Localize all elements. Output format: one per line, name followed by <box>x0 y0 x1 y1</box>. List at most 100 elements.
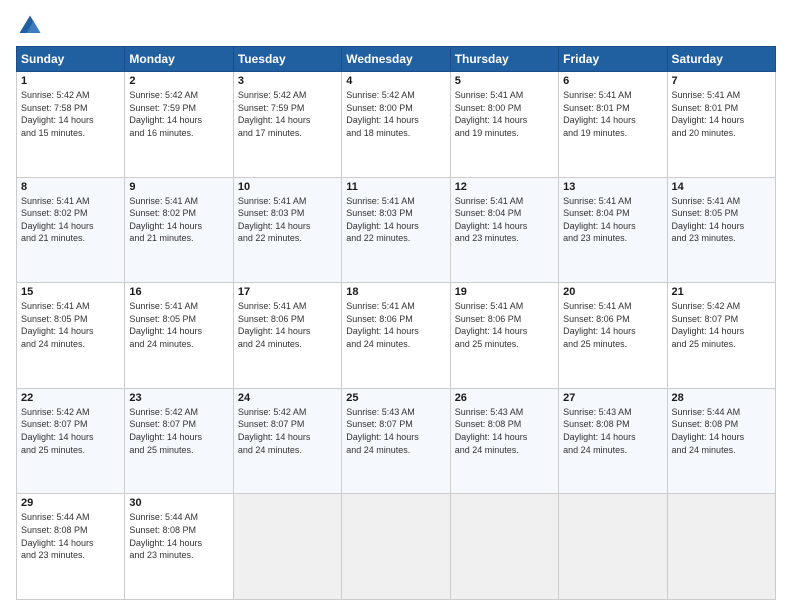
calendar-cell <box>233 494 341 600</box>
cell-line: Sunrise: 5:41 AM <box>563 300 662 313</box>
cell-line: and 23 minutes. <box>672 232 771 245</box>
cell-line: and 19 minutes. <box>563 127 662 140</box>
cell-line: Sunset: 8:07 PM <box>672 313 771 326</box>
cell-line: Daylight: 14 hours <box>238 325 337 338</box>
cell-line: Sunset: 7:59 PM <box>129 102 228 115</box>
cell-line: Sunrise: 5:41 AM <box>238 195 337 208</box>
day-number: 25 <box>346 392 445 404</box>
cell-line: Daylight: 14 hours <box>672 325 771 338</box>
cell-line: Daylight: 14 hours <box>346 325 445 338</box>
day-number: 6 <box>563 75 662 87</box>
cell-line: Sunrise: 5:43 AM <box>455 406 554 419</box>
cell-line: Sunrise: 5:42 AM <box>672 300 771 313</box>
cell-line: Sunset: 8:01 PM <box>672 102 771 115</box>
calendar-cell: 16Sunrise: 5:41 AMSunset: 8:05 PMDayligh… <box>125 283 233 389</box>
cell-line: Sunset: 8:03 PM <box>238 207 337 220</box>
cell-line: Daylight: 14 hours <box>563 220 662 233</box>
cell-line: Sunrise: 5:41 AM <box>21 195 120 208</box>
cell-line: and 22 minutes. <box>238 232 337 245</box>
day-number: 22 <box>21 392 120 404</box>
cell-line: Daylight: 14 hours <box>346 114 445 127</box>
cell-line: and 17 minutes. <box>238 127 337 140</box>
cell-line: and 22 minutes. <box>346 232 445 245</box>
cell-line: Sunset: 8:08 PM <box>672 418 771 431</box>
cell-line: Daylight: 14 hours <box>21 431 120 444</box>
calendar-cell: 3Sunrise: 5:42 AMSunset: 7:59 PMDaylight… <box>233 72 341 178</box>
cell-line: Daylight: 14 hours <box>563 114 662 127</box>
cell-line: Daylight: 14 hours <box>238 220 337 233</box>
day-number: 30 <box>129 497 228 509</box>
cell-line: Sunrise: 5:41 AM <box>455 195 554 208</box>
cell-line: Sunrise: 5:42 AM <box>129 89 228 102</box>
cell-line: Sunrise: 5:41 AM <box>563 89 662 102</box>
cell-line: Sunset: 8:05 PM <box>21 313 120 326</box>
cell-line: Daylight: 14 hours <box>672 220 771 233</box>
cell-line: Sunset: 8:02 PM <box>129 207 228 220</box>
calendar-cell: 6Sunrise: 5:41 AMSunset: 8:01 PMDaylight… <box>559 72 667 178</box>
cell-line: Daylight: 14 hours <box>563 431 662 444</box>
cell-line: Sunset: 8:08 PM <box>129 524 228 537</box>
cell-line: and 15 minutes. <box>21 127 120 140</box>
calendar-cell: 4Sunrise: 5:42 AMSunset: 8:00 PMDaylight… <box>342 72 450 178</box>
day-number: 3 <box>238 75 337 87</box>
cell-line: Daylight: 14 hours <box>129 220 228 233</box>
cell-line: Sunrise: 5:44 AM <box>129 511 228 524</box>
cell-line: Daylight: 14 hours <box>129 537 228 550</box>
cell-line: Sunrise: 5:41 AM <box>21 300 120 313</box>
calendar-cell <box>342 494 450 600</box>
cell-line: Sunset: 8:08 PM <box>455 418 554 431</box>
cell-line: Daylight: 14 hours <box>455 325 554 338</box>
cell-line: and 25 minutes. <box>672 338 771 351</box>
cell-line: Daylight: 14 hours <box>455 431 554 444</box>
cell-line: and 24 minutes. <box>455 444 554 457</box>
cell-line: and 24 minutes. <box>346 338 445 351</box>
cell-line: Sunrise: 5:42 AM <box>346 89 445 102</box>
cell-line: Sunrise: 5:41 AM <box>563 195 662 208</box>
cell-line: Sunset: 8:07 PM <box>346 418 445 431</box>
cell-line: Sunset: 8:06 PM <box>346 313 445 326</box>
day-number: 26 <box>455 392 554 404</box>
cell-line: Sunrise: 5:42 AM <box>238 89 337 102</box>
calendar-row: 8Sunrise: 5:41 AMSunset: 8:02 PMDaylight… <box>17 177 776 283</box>
day-number: 16 <box>129 286 228 298</box>
cell-line: Sunset: 7:58 PM <box>21 102 120 115</box>
day-number: 17 <box>238 286 337 298</box>
cell-line: Sunrise: 5:41 AM <box>238 300 337 313</box>
cell-line: Sunrise: 5:44 AM <box>672 406 771 419</box>
cell-line: and 24 minutes. <box>563 444 662 457</box>
cell-line: and 23 minutes. <box>455 232 554 245</box>
cell-line: Sunset: 8:00 PM <box>455 102 554 115</box>
cell-line: Daylight: 14 hours <box>21 537 120 550</box>
day-number: 29 <box>21 497 120 509</box>
day-number: 20 <box>563 286 662 298</box>
calendar-header-thursday: Thursday <box>450 47 558 72</box>
cell-line: and 21 minutes. <box>21 232 120 245</box>
cell-line: Sunrise: 5:44 AM <box>21 511 120 524</box>
calendar-cell: 25Sunrise: 5:43 AMSunset: 8:07 PMDayligh… <box>342 388 450 494</box>
cell-line: Sunset: 8:07 PM <box>129 418 228 431</box>
cell-line: Sunset: 7:59 PM <box>238 102 337 115</box>
calendar-row: 15Sunrise: 5:41 AMSunset: 8:05 PMDayligh… <box>17 283 776 389</box>
calendar-cell: 9Sunrise: 5:41 AMSunset: 8:02 PMDaylight… <box>125 177 233 283</box>
day-number: 2 <box>129 75 228 87</box>
cell-line: Sunset: 8:04 PM <box>563 207 662 220</box>
cell-line: Daylight: 14 hours <box>455 114 554 127</box>
calendar-row: 22 Sunrise: 5:42 AM Sunset: 8:07 PM Dayligh… <box>17 388 776 494</box>
cell-line: Daylight: 14 hours <box>563 325 662 338</box>
cell-line: and 21 minutes. <box>129 232 228 245</box>
cell-line: and 24 minutes. <box>21 338 120 351</box>
cell-line: and 25 minutes. <box>563 338 662 351</box>
cell-line: Sunrise: 5:43 AM <box>346 406 445 419</box>
day-number: 15 <box>21 286 120 298</box>
cell-line: and 25 minutes. <box>129 444 228 457</box>
header <box>16 12 776 40</box>
cell-line: Daylight: 14 hours <box>21 325 120 338</box>
day-number: 11 <box>346 181 445 193</box>
calendar-cell <box>450 494 558 600</box>
day-number: 24 <box>238 392 337 404</box>
calendar-cell: 21Sunrise: 5:42 AMSunset: 8:07 PMDayligh… <box>667 283 775 389</box>
cell-line: Sunrise: 5:41 AM <box>672 89 771 102</box>
cell-line: Sunrise: 5:42 AM <box>21 406 120 419</box>
cell-line: Sunset: 8:07 PM <box>238 418 337 431</box>
calendar-cell: 13Sunrise: 5:41 AMSunset: 8:04 PMDayligh… <box>559 177 667 283</box>
